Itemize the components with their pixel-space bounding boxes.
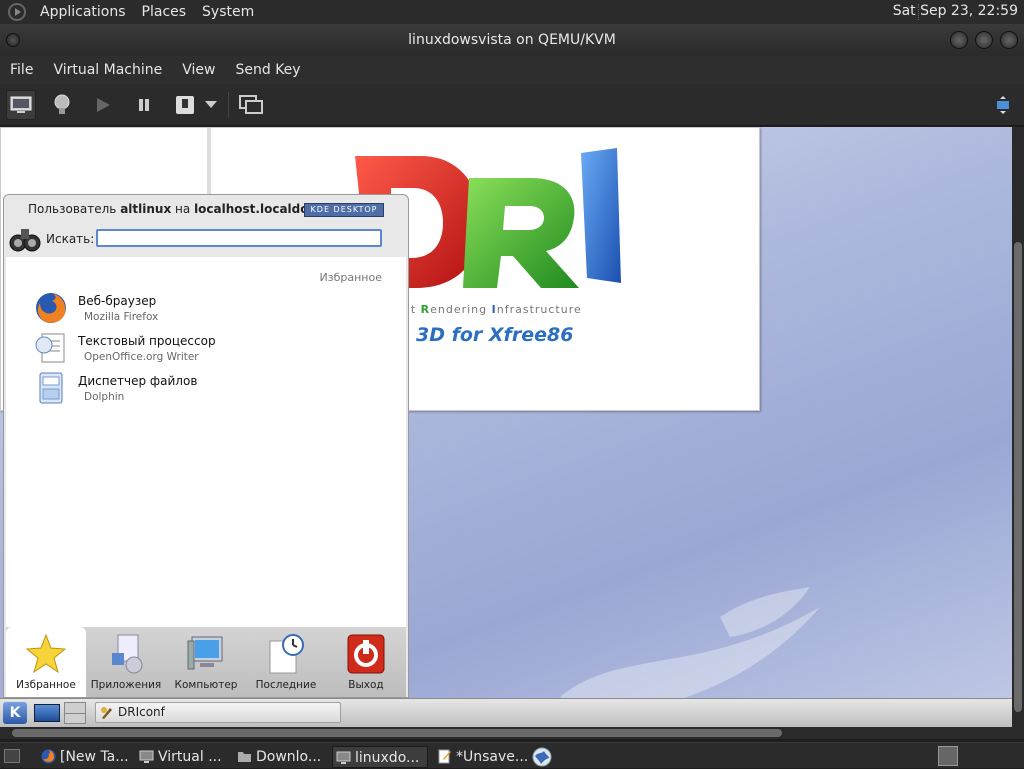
tab-favorites[interactable]: Избранное [6, 627, 86, 697]
bottom-panel: [New Ta... Virtual ... Downlo... linuxdo… [0, 742, 1024, 768]
text-editor-icon [438, 749, 451, 764]
entry-name: Текстовый процессор [78, 334, 216, 348]
taskbar-label: DRIconf [118, 705, 165, 719]
favorites-panel: Избранное Веб-браузер Mozilla Firefox Те… [6, 257, 406, 627]
top-panel: Applications Places System Sat Sep 23, 2… [0, 0, 1024, 24]
recent-icon [269, 634, 304, 674]
window-titlebar[interactable]: linuxdowsvista on QEMU/KVM [0, 24, 1024, 56]
menu-places[interactable]: Places [134, 4, 195, 20]
scroll-thumb[interactable] [1014, 242, 1022, 712]
taskbar-item-driconf[interactable]: DRIconf [95, 702, 341, 723]
vm-console-icon [336, 751, 351, 764]
console-icon[interactable] [6, 90, 36, 120]
search-input[interactable] [96, 229, 382, 247]
entry-name: Веб-браузер [78, 294, 157, 308]
dri-tagline: 3D for Xfree86 [416, 324, 574, 346]
taskbar-item-text-editor[interactable]: *Unsave... [434, 746, 528, 768]
firefox-icon [41, 749, 56, 764]
computer-icon [187, 636, 223, 670]
show-desktop-icon[interactable] [34, 704, 60, 722]
kde-panel: K DRIconf [0, 698, 1012, 727]
trash-icon[interactable] [938, 746, 958, 766]
toolbar [0, 84, 1024, 126]
show-desktop-icon[interactable] [4, 749, 20, 763]
list-item-writer[interactable]: Текстовый процессор OpenOffice.org Write… [34, 331, 374, 367]
menubar: File Virtual Machine View Send Key [0, 56, 1024, 84]
tab-label: Последние [255, 679, 317, 691]
guest-display[interactable]: ect Rendering Infrastructure 3D for Xfre… [0, 127, 1012, 727]
tab-label: Избранное [16, 679, 76, 691]
star-icon [26, 633, 66, 674]
driconf-icon [101, 707, 112, 719]
binoculars-icon [9, 229, 41, 252]
user-info: Пользователь altlinux на localhost.local… [28, 202, 342, 216]
kickoff-menu: Пользователь altlinux на localhost.local… [3, 194, 409, 698]
toolbar-separator [228, 92, 229, 118]
gnome-foot-icon[interactable] [8, 3, 26, 21]
shutdown-icon[interactable] [170, 90, 200, 120]
clock[interactable]: Sat Sep 23, 22:59 [893, 3, 1018, 19]
fullscreen-icon[interactable] [988, 90, 1018, 120]
folder-icon [238, 752, 251, 762]
close-icon[interactable] [1000, 31, 1018, 49]
pager-icon[interactable] [64, 702, 86, 724]
menu-file[interactable]: File [0, 62, 43, 78]
menu-system[interactable]: System [194, 4, 262, 20]
entry-description: Dolphin [84, 391, 125, 403]
taskbar-item-vm-console[interactable]: linuxdo... [332, 746, 428, 768]
kickoff-tabs: Избранное Приложения Компьютер Последние… [6, 627, 406, 697]
tab-recent[interactable]: Последние [246, 627, 326, 697]
tab-computer[interactable]: Компьютер [166, 627, 246, 697]
dropdown-arrow-icon[interactable] [202, 90, 220, 120]
menu-applications[interactable]: Applications [32, 4, 134, 20]
list-item-dolphin[interactable]: Диспетчер файлов Dolphin [34, 371, 374, 407]
kde-menu-icon[interactable]: K [3, 702, 27, 724]
tab-logout[interactable]: Выход [326, 627, 406, 697]
tab-applications[interactable]: Приложения [86, 627, 166, 697]
virt-manager-icon [139, 750, 154, 763]
logout-icon [347, 634, 385, 674]
taskbar-item-virt-manager[interactable]: Virtual ... [136, 746, 228, 768]
pause-icon[interactable] [129, 90, 159, 120]
scroll-thumb[interactable] [12, 729, 782, 737]
dri-subtitle: ect Rendering Infrastructure [396, 303, 582, 316]
menu-virtual-machine[interactable]: Virtual Machine [43, 62, 172, 78]
lightbulb-icon[interactable] [47, 90, 77, 120]
entry-description: OpenOffice.org Writer [84, 351, 199, 363]
kde-desktop-badge: KDE DESKTOP [304, 203, 384, 217]
menu-send-key[interactable]: Send Key [225, 62, 310, 78]
firefox-icon [36, 293, 66, 323]
list-item-firefox[interactable]: Веб-браузер Mozilla Firefox [34, 291, 374, 327]
tab-label: Приложения [90, 679, 162, 691]
tab-label: Выход [348, 679, 384, 691]
window-menu-icon[interactable] [6, 33, 20, 47]
window-title: linuxdowsvista on QEMU/KVM [408, 32, 616, 48]
file-manager-icon [39, 372, 63, 404]
globe-icon[interactable] [532, 747, 552, 767]
applications-icon [112, 634, 143, 674]
run-icon[interactable] [88, 90, 118, 120]
horizontal-scrollbar[interactable] [0, 727, 1024, 739]
section-title: Избранное [319, 271, 382, 284]
entry-name: Диспетчер файлов [78, 374, 198, 388]
search-label: Искать: [46, 232, 95, 246]
minimize-icon[interactable] [950, 31, 968, 49]
tab-label: Компьютер [174, 679, 238, 691]
maximize-icon[interactable] [975, 31, 993, 49]
taskbar-item-firefox[interactable]: [New Ta... [38, 746, 130, 768]
screenshot-icon[interactable] [236, 90, 266, 120]
vertical-scrollbar[interactable] [1012, 127, 1024, 727]
writer-icon [35, 333, 65, 363]
menu-view[interactable]: View [172, 62, 225, 78]
taskbar-item-downloads[interactable]: Downlo... [234, 746, 326, 768]
entry-description: Mozilla Firefox [84, 311, 159, 323]
